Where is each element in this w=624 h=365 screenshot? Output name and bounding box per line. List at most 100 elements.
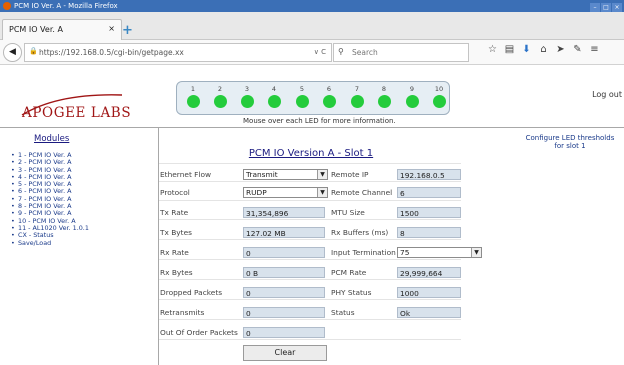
led-4[interactable]: 4 <box>266 82 282 108</box>
module-item[interactable]: • Save/Load <box>11 238 89 247</box>
configure-led-link[interactable]: Configure LED thresholds for slot 1 <box>520 134 620 151</box>
rx-bytes-label: Rx Bytes <box>160 268 193 277</box>
search-bar[interactable]: ⚲ <box>333 43 469 62</box>
led-number: 9 <box>409 85 415 93</box>
input-termination-select[interactable]: 75 ▼ <box>397 247 482 258</box>
led-number: 3 <box>244 85 250 93</box>
new-tab-icon[interactable]: + <box>122 23 133 38</box>
led-number: 2 <box>217 85 223 93</box>
logout-link[interactable]: Log out <box>592 90 622 99</box>
tab-close-icon[interactable]: × <box>108 24 115 33</box>
led-8[interactable]: 8 <box>376 82 392 108</box>
chevron-down-icon: ▼ <box>317 188 327 197</box>
status-led-icon <box>350 95 364 108</box>
led-number: 6 <box>326 85 332 93</box>
url-bar[interactable]: 🔒 https://192.168.0.5/cgi-bin/getpage.xx… <box>24 43 332 62</box>
status-led-icon <box>240 95 254 108</box>
led-hint: Mouse over each LED for more information… <box>243 117 396 125</box>
row-divider <box>159 200 461 201</box>
tab-title: PCM IO Ver. A <box>9 25 63 34</box>
mtu-size-field[interactable]: 1500 <box>397 207 461 218</box>
status-led-icon <box>213 95 227 108</box>
rx-buffers-field[interactable]: 8 <box>397 227 461 238</box>
status-label: Status <box>331 308 355 317</box>
firefox-icon <box>3 2 11 10</box>
window-titlebar: PCM IO Ver. A - Mozilla Firefox – □ × <box>0 0 624 12</box>
bookmark-star-icon[interactable]: ☆ <box>484 44 501 55</box>
row-divider <box>159 279 461 280</box>
tx-rate-field: 31,354,896 <box>243 207 325 218</box>
led-number: 5 <box>299 85 305 93</box>
maximize-icon[interactable]: □ <box>601 3 611 12</box>
rx-bytes-field: 0 B <box>243 267 325 278</box>
row-divider <box>159 259 461 260</box>
menu-icon[interactable]: ≡ <box>586 44 603 55</box>
back-button[interactable]: ◀ <box>3 43 22 62</box>
tab-pcm-io[interactable]: PCM IO Ver. A × <box>2 19 122 40</box>
search-input[interactable] <box>350 45 464 60</box>
lock-icon: 🔒 <box>29 47 38 55</box>
input-termination-label: Input Termination <box>331 248 396 257</box>
minimize-icon[interactable]: – <box>590 3 600 12</box>
send-icon[interactable]: ➤ <box>552 44 569 55</box>
led-2[interactable]: 2 <box>212 82 228 108</box>
search-icon: ⚲ <box>338 47 344 56</box>
mtu-size-label: MTU Size <box>331 208 365 217</box>
led-1[interactable]: 1 <box>185 82 201 108</box>
protocol-select[interactable]: RUDP ▼ <box>243 187 328 198</box>
phy-status-label: PHY Status <box>331 288 372 297</box>
led-10[interactable]: 10 <box>431 82 447 108</box>
chevron-down-icon: ▼ <box>471 248 481 257</box>
tx-rate-label: Tx Rate <box>160 208 189 217</box>
page-content: APOGEE LABS 1 2 3 4 5 6 7 8 9 10 Mouse o… <box>0 65 624 365</box>
pcm-rate-label: PCM Rate <box>331 268 367 277</box>
out-of-order-label: Out Of Order Packets <box>160 328 238 337</box>
led-panel: 1 2 3 4 5 6 7 8 9 10 <box>176 81 450 115</box>
row-divider <box>159 299 461 300</box>
addon-icon[interactable]: ✎ <box>569 44 586 55</box>
row-divider <box>159 163 461 164</box>
led-9[interactable]: 9 <box>404 82 420 108</box>
status-field: Ok <box>397 307 461 318</box>
reload-icon[interactable]: ∨ C <box>314 48 326 56</box>
dropped-packets-field: 0 <box>243 287 325 298</box>
home-icon[interactable]: ⌂ <box>535 44 552 55</box>
toolbar-icons: ☆ ▤ ⬇ ⌂ ➤ ✎ ≡ <box>484 44 603 55</box>
led-number: 7 <box>354 85 360 93</box>
led-number: 8 <box>381 85 387 93</box>
status-led-icon <box>432 95 446 108</box>
remote-ip-field[interactable]: 192.168.0.5 <box>397 169 461 180</box>
tab-bar: PCM IO Ver. A × + <box>0 12 624 40</box>
status-led-icon <box>322 95 336 108</box>
module-item-label: Save/Load <box>18 238 52 247</box>
modules-list: • 1 - PCM IO Ver. A • 2 - PCM IO Ver. A • 3… <box>11 151 89 247</box>
clear-button[interactable]: Clear <box>243 345 327 361</box>
dropped-packets-label: Dropped Packets <box>160 288 223 297</box>
row-divider <box>159 239 461 240</box>
status-led-icon <box>405 95 419 108</box>
download-icon[interactable]: ⬇ <box>518 44 535 55</box>
chevron-down-icon: ▼ <box>317 170 327 179</box>
close-window-icon[interactable]: × <box>612 3 622 12</box>
modules-title[interactable]: Modules <box>34 134 69 144</box>
remote-channel-field[interactable]: 6 <box>397 187 461 198</box>
led-number: 1 <box>190 85 196 93</box>
ethernet-flow-select[interactable]: Transmit ▼ <box>243 169 328 180</box>
rx-rate-field: 0 <box>243 247 325 258</box>
led-7[interactable]: 7 <box>349 82 365 108</box>
retransmits-field: 0 <box>243 307 325 318</box>
status-led-icon <box>295 95 309 108</box>
ethernet-flow-value: Transmit <box>246 170 278 179</box>
tx-bytes-label: Tx Bytes <box>160 228 192 237</box>
url-text: https://192.168.0.5/cgi-bin/getpage.xx <box>39 48 184 57</box>
led-3[interactable]: 3 <box>239 82 255 108</box>
row-divider <box>159 181 461 182</box>
led-6[interactable]: 6 <box>321 82 337 108</box>
rx-buffers-label: Rx Buffers (ms) <box>331 228 389 237</box>
protocol-value: RUDP <box>246 188 267 197</box>
status-led-icon <box>186 95 200 108</box>
tx-bytes-field: 127.02 MB <box>243 227 325 238</box>
reading-list-icon[interactable]: ▤ <box>501 44 518 55</box>
logo-text: APOGEE LABS <box>22 105 132 121</box>
led-5[interactable]: 5 <box>294 82 310 108</box>
